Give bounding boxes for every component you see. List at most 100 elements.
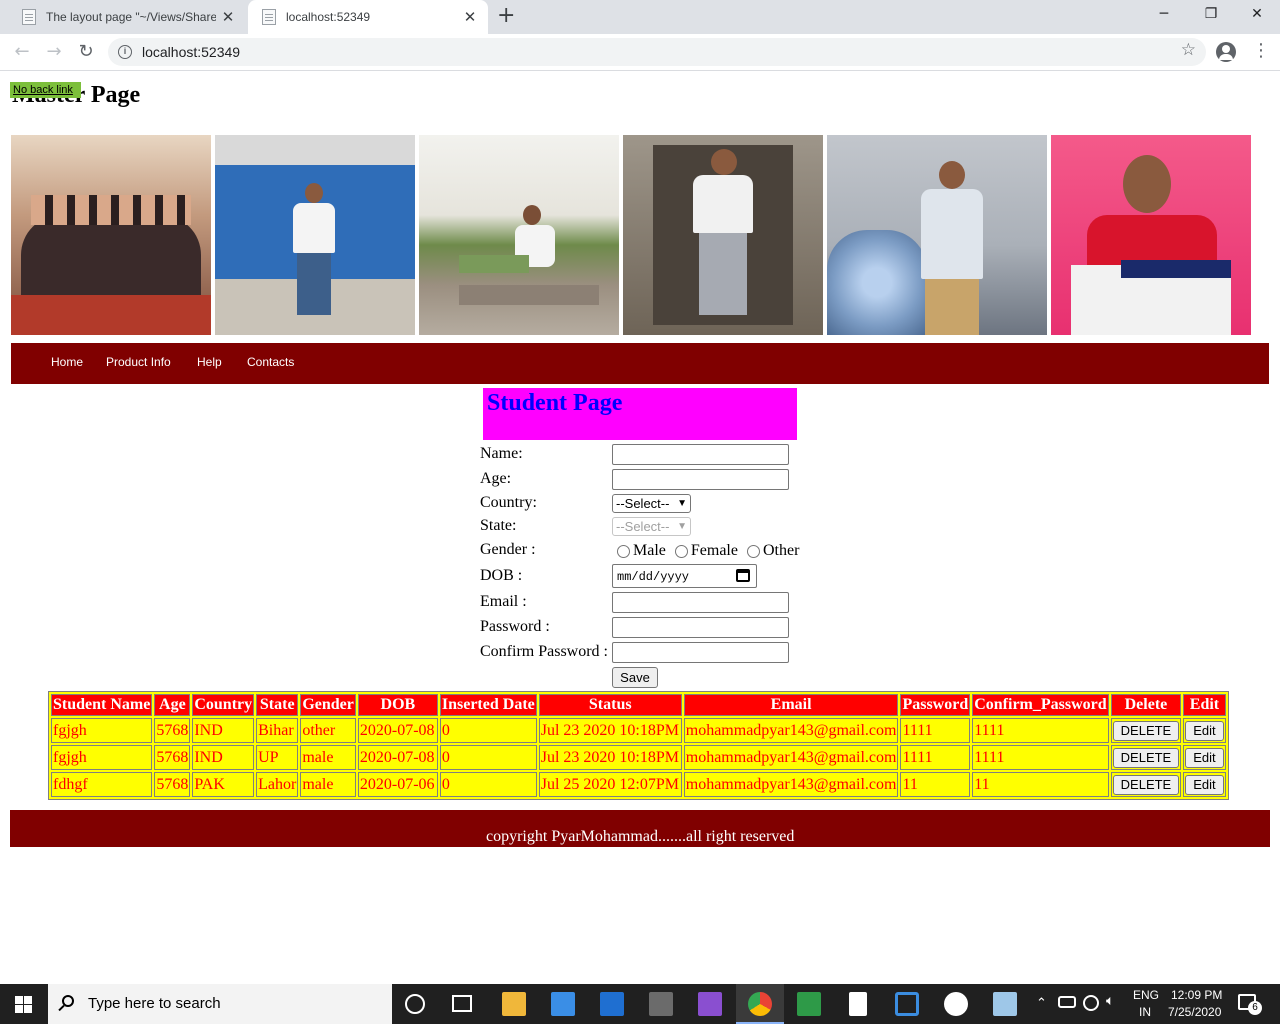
no-back-link[interactable]: No back link: [10, 82, 81, 98]
close-tab-icon[interactable]: ✕: [216, 8, 240, 26]
restore-icon[interactable]: ❐: [1188, 0, 1234, 30]
gender-female-radio[interactable]: [674, 544, 688, 558]
cell-dob: 2020-07-08: [357, 718, 438, 743]
nav-home[interactable]: Home: [51, 355, 83, 369]
col-password: Password: [900, 694, 971, 716]
gender-male-radio[interactable]: [617, 544, 630, 558]
chrome-taskbar-button[interactable]: [736, 984, 784, 1024]
state-label: State:: [480, 517, 517, 534]
region-code[interactable]: IN: [1139, 1005, 1151, 1019]
app-h-icon[interactable]: [797, 992, 821, 1016]
man-red-shirt: [1051, 135, 1251, 335]
group-photo: [11, 135, 211, 335]
copyright-text: copyright PyarMohammad.......all right r…: [486, 828, 795, 845]
password-input[interactable]: [612, 617, 789, 638]
cell-password: 11: [900, 772, 971, 797]
confirm-password-label: Confirm Password :: [480, 643, 608, 660]
clock-time[interactable]: 12:09 PM: [1171, 988, 1222, 1002]
col-state: State: [256, 694, 299, 716]
document-icon[interactable]: [849, 992, 867, 1016]
gender-other-label: Other: [762, 542, 800, 559]
delete-button[interactable]: DELETE: [1112, 774, 1180, 795]
browser-tab-layout-page[interactable]: The layout page "~/Views/Shared ✕: [8, 0, 246, 34]
search-placeholder: Type here to search: [88, 995, 221, 1012]
name-input[interactable]: [612, 444, 789, 465]
cell-age: 5768: [154, 772, 191, 797]
cell-status: Jul 23 2020 10:18PM: [538, 718, 682, 743]
tools-icon[interactable]: [649, 992, 673, 1016]
email-input[interactable]: [612, 592, 789, 613]
col-gender: Gender: [300, 694, 356, 716]
file-explorer-icon[interactable]: [502, 992, 526, 1016]
notifications-icon[interactable]: 6: [1238, 994, 1262, 1015]
tab-title: localhost:52349: [286, 10, 371, 24]
back-icon[interactable]: ←: [8, 38, 36, 66]
confirm-password-input[interactable]: [612, 642, 789, 663]
cell-email: mohammadpyar143@gmail.com: [683, 718, 899, 743]
dob-placeholder: mm/dd/yyyy: [617, 570, 690, 584]
new-tab-icon[interactable]: +: [497, 3, 515, 28]
search-icon: [62, 995, 74, 1007]
cell-state: Lahor: [256, 772, 299, 797]
cell-password: 1111: [900, 718, 971, 743]
bookmark-star-icon[interactable]: ☆: [1181, 40, 1196, 60]
menu-icon[interactable]: ⋮: [1252, 40, 1270, 61]
save-button[interactable]: Save: [612, 667, 658, 688]
task-view-icon[interactable]: [452, 995, 472, 1012]
nav-product-info[interactable]: Product Info: [106, 355, 171, 369]
visual-studio-icon[interactable]: [698, 992, 722, 1016]
state-value: --Select--: [616, 519, 670, 534]
cell-gender: other: [300, 718, 356, 743]
windows-start-icon[interactable]: [15, 996, 32, 1013]
notepad-icon[interactable]: [993, 992, 1017, 1016]
dob-input[interactable]: mm/dd/yyyy: [612, 564, 757, 588]
edit-button[interactable]: Edit: [1185, 774, 1224, 795]
edit-button[interactable]: Edit: [1185, 720, 1224, 741]
onedrive-icon[interactable]: [1058, 996, 1076, 1008]
age-input[interactable]: [612, 469, 789, 490]
state-select[interactable]: --Select-- ▼: [612, 517, 691, 536]
github-icon[interactable]: [944, 992, 968, 1016]
page-footer: copyright PyarMohammad.......all right r…: [10, 810, 1270, 847]
taskbar-search[interactable]: Type here to search: [48, 984, 392, 1024]
network-icon[interactable]: [1083, 995, 1099, 1011]
browser-tab-localhost[interactable]: localhost:52349 ✕: [248, 0, 488, 34]
volume-icon[interactable]: 🔈︎: [1106, 993, 1114, 1009]
nav-contacts[interactable]: Contacts: [247, 355, 294, 369]
cell-confirm-password: 1111: [972, 718, 1109, 743]
country-select[interactable]: --Select-- ▼: [612, 494, 691, 513]
cell-state: UP: [256, 745, 299, 770]
close-window-icon[interactable]: ✕: [1234, 0, 1280, 30]
cell-gender: male: [300, 745, 356, 770]
chrome-icon: [748, 992, 772, 1016]
student-page-title: Student Page: [487, 390, 623, 416]
forward-icon[interactable]: →: [40, 38, 68, 66]
gender-other-radio[interactable]: [746, 544, 760, 558]
language-code[interactable]: ENG: [1133, 988, 1159, 1002]
url-text[interactable]: localhost:52349: [142, 44, 240, 60]
tray-expand-icon[interactable]: ⌃: [1036, 995, 1047, 1011]
minimize-icon[interactable]: ─: [1141, 0, 1187, 30]
address-bar[interactable]: i localhost:52349 ☆: [108, 38, 1206, 66]
mail-icon[interactable]: [600, 992, 624, 1016]
delete-button[interactable]: DELETE: [1112, 747, 1180, 768]
store-icon[interactable]: [551, 992, 575, 1016]
cell-inserted-date: 0: [439, 772, 537, 797]
cortana-icon[interactable]: [405, 994, 425, 1014]
cell-country: IND: [192, 745, 255, 770]
calendar-icon[interactable]: [736, 569, 750, 582]
main-nav: Home Product Info Help Contacts: [11, 343, 1269, 384]
nav-help[interactable]: Help: [197, 355, 222, 369]
close-tab-icon[interactable]: ✕: [458, 8, 482, 26]
chevron-down-icon: ▼: [677, 521, 687, 532]
name-label: Name:: [480, 445, 523, 462]
clock-date[interactable]: 7/25/2020: [1168, 1005, 1221, 1019]
cell-inserted-date: 0: [439, 718, 537, 743]
info-icon[interactable]: i: [118, 45, 132, 59]
window-app-icon[interactable]: [895, 992, 919, 1016]
delete-button[interactable]: DELETE: [1112, 720, 1180, 741]
edit-button[interactable]: Edit: [1185, 747, 1224, 768]
cell-delete: DELETE: [1110, 772, 1182, 797]
reload-icon[interactable]: ↻: [72, 38, 100, 66]
profile-icon[interactable]: [1216, 42, 1236, 62]
